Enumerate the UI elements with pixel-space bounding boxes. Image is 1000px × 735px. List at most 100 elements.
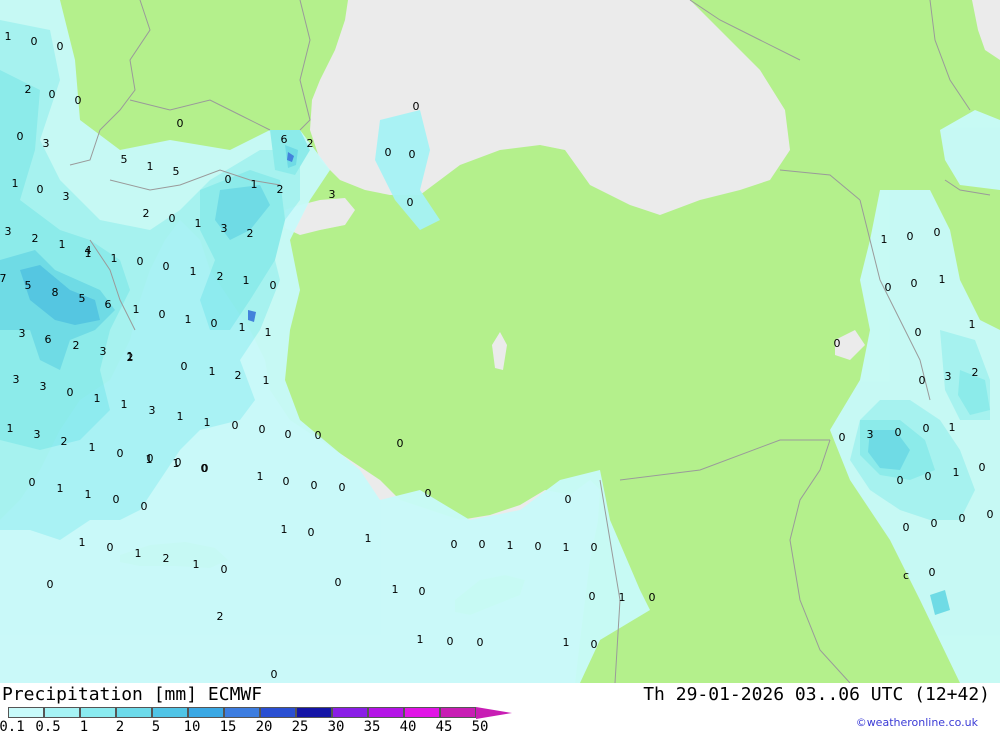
precip-value-label: 0	[308, 526, 315, 539]
precip-value-label: 1	[135, 547, 142, 560]
precip-value-label: 6	[45, 333, 52, 346]
precip-value-label: 1	[263, 374, 270, 387]
precip-value-label: 1	[619, 591, 626, 604]
precip-value-label: 2	[277, 183, 284, 196]
map-title: Precipitation [mm] ECMWF	[2, 684, 263, 705]
precip-value-label: 0	[907, 230, 914, 243]
precip-value-label: 3	[867, 428, 874, 441]
precip-value-label: 3	[34, 428, 41, 441]
precip-value-label: 0	[447, 635, 454, 648]
precip-value-label: 2	[163, 552, 170, 565]
precip-value-label: 1	[204, 416, 211, 429]
precip-value-label: 1	[949, 421, 956, 434]
precip-value-label: 0	[834, 337, 841, 350]
legend-swatch	[188, 707, 224, 718]
legend-swatch	[332, 707, 368, 718]
precip-value-label: 3	[100, 345, 107, 358]
precip-value-label: 6	[105, 298, 112, 311]
precip-value-label: 0	[201, 462, 208, 475]
precip-value-label: 0	[107, 541, 114, 554]
precip-value-label: 3	[149, 404, 156, 417]
legend-swatch	[440, 707, 476, 718]
precip-value-label: 0	[221, 563, 228, 576]
precip-value-label: 0	[911, 277, 918, 290]
precip-value-label: 0	[839, 431, 846, 444]
precip-value-label: 0	[175, 456, 182, 469]
precip-value-label: 1	[85, 247, 92, 260]
precip-value-label: 0	[931, 517, 938, 530]
precip-value-label: 0	[397, 437, 404, 450]
precip-value-label: 5	[173, 165, 180, 178]
precip-value-label: 0	[407, 196, 414, 209]
precip-value-label: 0	[903, 521, 910, 534]
precip-value-label: 1	[59, 238, 66, 251]
precip-value-label: 7	[0, 272, 7, 285]
precip-value-label: 1	[177, 410, 184, 423]
precip-value-label: 1	[953, 466, 960, 479]
precip-value-label: 1	[111, 252, 118, 265]
precip-value-label: 0	[49, 88, 56, 101]
precip-value-label: 0	[339, 481, 346, 494]
precip-value-label: 1	[79, 536, 86, 549]
precip-value-label: 1	[7, 422, 14, 435]
precip-value-label: 0	[919, 374, 926, 387]
legend-swatch	[260, 707, 296, 718]
precip-value-label: 1	[121, 398, 128, 411]
precip-value-label: 0	[75, 94, 82, 107]
precip-value-label: 3	[221, 222, 228, 235]
precip-value-label: 1	[209, 365, 216, 378]
precip-value-label: 0	[959, 512, 966, 525]
precip-value-label: 0	[479, 538, 486, 551]
precip-value-label: 0	[17, 130, 24, 143]
precip-value-label: 3	[40, 380, 47, 393]
precip-value-label: 0	[895, 426, 902, 439]
precip-value-label: 0	[923, 422, 930, 435]
credit-link[interactable]: ©weatheronline.co.uk	[856, 716, 978, 729]
valid-time: Th 29-01-2026 03..06 UTC (12+42)	[643, 684, 990, 705]
precip-value-label: 3	[5, 225, 12, 238]
precip-value-label: 0	[335, 576, 342, 589]
precip-value-label: 1	[133, 303, 140, 316]
precip-value-label: 1	[251, 178, 258, 191]
precip-value-label: 2	[217, 610, 224, 623]
precip-value-label: 1	[507, 539, 514, 552]
precip-value-label: 0	[113, 493, 120, 506]
precip-value-label: 3	[329, 188, 336, 201]
precip-value-label: 2	[217, 270, 224, 283]
precip-value-label: 0	[589, 590, 596, 603]
precip-value-label: 0	[565, 493, 572, 506]
precip-value-label: 0	[929, 566, 936, 579]
precip-value-label: 0	[987, 508, 994, 521]
precip-value-label: 5	[121, 153, 128, 166]
precip-value-label: 0	[425, 487, 432, 500]
precip-value-label: 1	[190, 265, 197, 278]
precip-value-label: 1	[195, 217, 202, 230]
precip-value-label: 0	[29, 476, 36, 489]
precip-value-label: c	[903, 569, 909, 582]
precip-value-label: 1	[939, 273, 946, 286]
legend-swatch	[224, 707, 260, 718]
precip-value-label: 0	[177, 117, 184, 130]
legend-swatch	[44, 707, 80, 718]
legend-swatch	[296, 707, 332, 718]
precip-value-label: 1	[89, 441, 96, 454]
color-legend: 0.1 0.5 1 2 5 10 15 20 25 30 35 40 45 50	[0, 707, 528, 735]
precip-value-label: 0	[419, 585, 426, 598]
precip-value-label: 2	[235, 369, 242, 382]
precip-value-label: 0	[591, 638, 598, 651]
precip-value-label: 0	[897, 474, 904, 487]
legend-swatch	[116, 707, 152, 718]
precip-value-label: 0	[67, 386, 74, 399]
precip-value-label: 1	[417, 633, 424, 646]
precip-value-label: 1	[147, 160, 154, 173]
precip-value-label: 3	[63, 190, 70, 203]
legend-swatch	[80, 707, 116, 718]
precip-value-label: 0	[285, 428, 292, 441]
precip-value-label: 0	[211, 317, 218, 330]
legend-swatch	[8, 707, 44, 718]
precip-value-label: 1	[12, 177, 19, 190]
precip-value-label: 0	[163, 260, 170, 273]
precip-value-label: 0	[591, 541, 598, 554]
precipitation-map[interactable]: 1002000031033214758563623233011313210110…	[0, 0, 1000, 683]
precip-value-label: 2	[73, 339, 80, 352]
